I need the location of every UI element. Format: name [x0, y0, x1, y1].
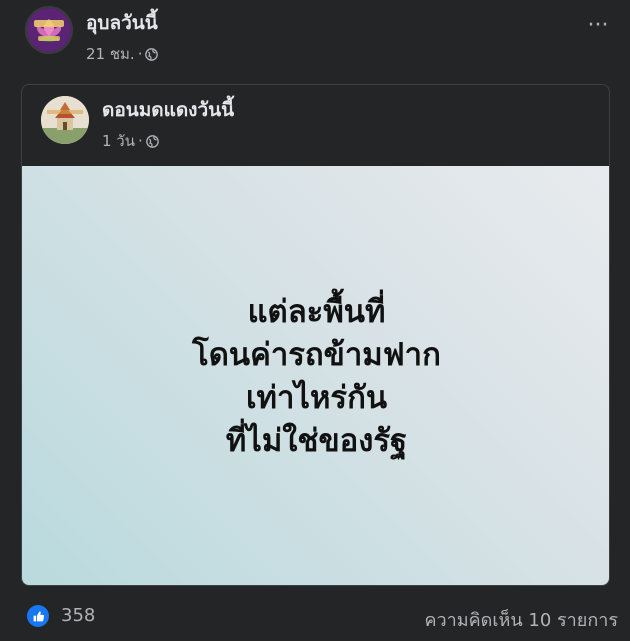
post-text-line: ที่ไม่ใช่ของรัฐ	[225, 422, 408, 459]
temple-logo-icon	[41, 96, 89, 144]
page-avatar[interactable]	[25, 6, 73, 54]
thumbs-up-icon[interactable]	[27, 605, 49, 627]
shared-post-meta: 1 วัน ·	[102, 129, 159, 153]
post-text-line: โดนค่ารถข้ามฟาก	[192, 336, 441, 373]
meta-separator: ·	[137, 45, 143, 63]
shared-page-avatar[interactable]	[41, 96, 89, 144]
globe-icon[interactable]	[145, 134, 159, 148]
shared-post-time[interactable]: 1 วัน	[102, 129, 135, 153]
reaction-count[interactable]: 358	[61, 605, 95, 626]
facebook-post: อุบลวันนี้ 21 ชม. · ··· ดอนมดแดงวันนี้ 1…	[0, 0, 630, 641]
text-post-body[interactable]: แต่ละพื้นที่ โดนค่ารถข้ามฟาก เท่าไหร่กัน…	[22, 166, 609, 585]
comment-count-link[interactable]: ความคิดเห็น 10 รายการ	[424, 605, 618, 634]
post-meta: 21 ชม. ·	[86, 42, 159, 66]
globe-icon[interactable]	[145, 47, 159, 61]
shared-page-name[interactable]: ดอนมดแดงวันนี้	[102, 95, 234, 125]
meta-separator: ·	[138, 132, 143, 150]
shared-post-card[interactable]: ดอนมดแดงวันนี้ 1 วัน · แต่ละพื้นที่ โดนค…	[21, 84, 610, 586]
post-text-line: แต่ละพื้นที่	[247, 293, 386, 330]
post-time[interactable]: 21 ชม.	[86, 42, 135, 66]
lotus-logo-icon	[27, 8, 71, 52]
post-text-line: เท่าไหร่กัน	[245, 379, 388, 416]
more-options-button[interactable]: ···	[586, 15, 610, 38]
page-name[interactable]: อุบลวันนี้	[86, 8, 158, 38]
